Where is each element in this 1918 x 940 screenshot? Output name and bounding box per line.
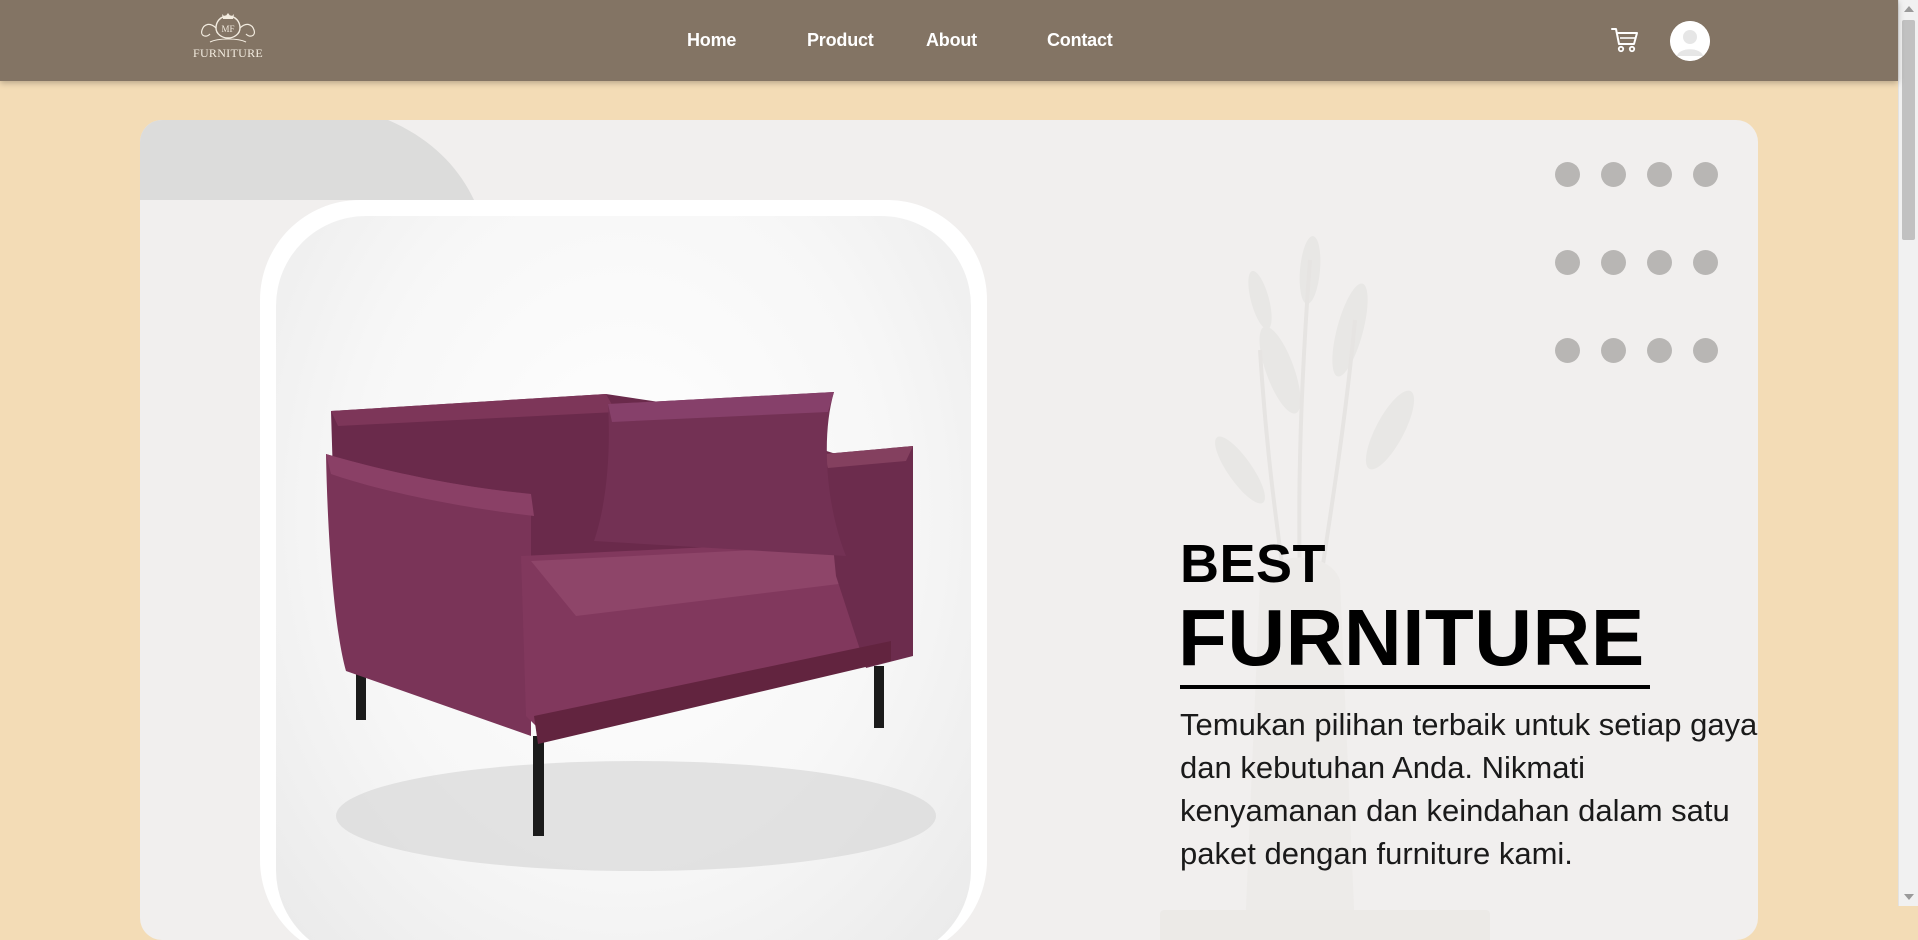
top-navbar: MF FURNITURE Home Product About Contact bbox=[0, 0, 1898, 81]
decor-dot bbox=[1555, 162, 1580, 187]
hero-description: Temukan pilihan terbaik untuk setiap gay… bbox=[1180, 707, 1758, 871]
cart-icon bbox=[1611, 28, 1638, 53]
title-underline bbox=[1180, 685, 1650, 689]
nav-home-link[interactable]: Home bbox=[687, 30, 736, 51]
scroll-down-arrow-icon[interactable] bbox=[1904, 894, 1914, 900]
logo-text: FURNITURE bbox=[192, 46, 264, 60]
decor-dot bbox=[1693, 162, 1718, 187]
product-photo-frame bbox=[260, 200, 987, 940]
hero-title-furniture: FURNITURE bbox=[1178, 593, 1645, 682]
product-photo bbox=[276, 216, 971, 940]
purple-sofa-image bbox=[326, 392, 936, 871]
decor-dot bbox=[1555, 250, 1580, 275]
decor-dot bbox=[1601, 162, 1626, 187]
decor-dot bbox=[1647, 338, 1672, 363]
logo-monogram: MF bbox=[221, 24, 234, 34]
decor-dot bbox=[1555, 338, 1580, 363]
user-avatar-icon bbox=[1670, 21, 1710, 61]
scroll-up-arrow-icon[interactable] bbox=[1904, 6, 1914, 12]
decor-dot bbox=[1601, 250, 1626, 275]
hero-title-best: BEST bbox=[1180, 534, 1327, 594]
decor-dot bbox=[1647, 162, 1672, 187]
decor-dot bbox=[1693, 338, 1718, 363]
cart-button[interactable] bbox=[1610, 26, 1640, 54]
decor-dot bbox=[1601, 338, 1626, 363]
hero-section: BEST FURNITURE Temukan pilihan terbaik u… bbox=[140, 120, 1758, 940]
ornamental-crest-icon: MF bbox=[201, 13, 255, 43]
decor-dot bbox=[1693, 250, 1718, 275]
scrollbar-thumb[interactable] bbox=[1902, 20, 1915, 240]
user-avatar-button[interactable] bbox=[1670, 21, 1710, 61]
nav-product-link[interactable]: Product bbox=[807, 30, 874, 51]
page-scrollbar[interactable] bbox=[1898, 0, 1918, 906]
nav-about-link[interactable]: About bbox=[926, 30, 977, 51]
decor-dot bbox=[1647, 250, 1672, 275]
nav-contact-link[interactable]: Contact bbox=[1047, 30, 1113, 51]
brand-logo[interactable]: MF FURNITURE bbox=[192, 12, 264, 66]
